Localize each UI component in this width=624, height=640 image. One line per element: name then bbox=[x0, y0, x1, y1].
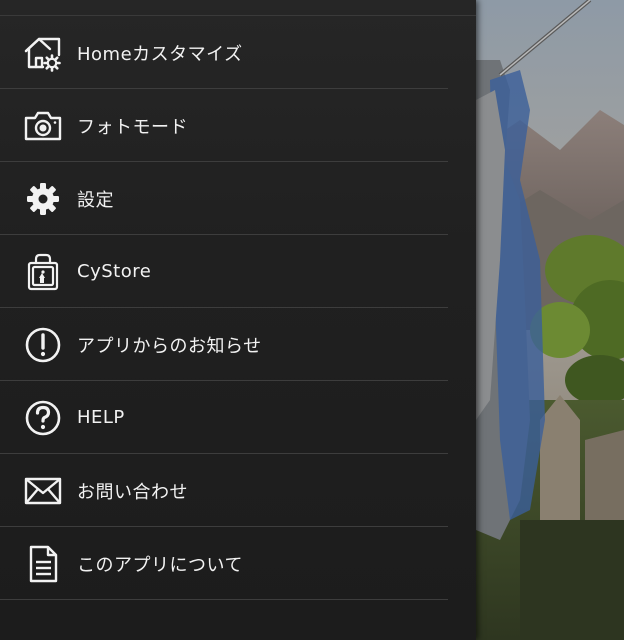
exclamation-circle-icon bbox=[21, 323, 65, 367]
menu-item-photo-mode[interactable]: フォトモード bbox=[0, 89, 476, 162]
home-settings-icon bbox=[21, 31, 65, 75]
menu-item-label: 設定 bbox=[77, 189, 114, 211]
gear-icon bbox=[21, 177, 65, 221]
side-drawer-menu: Homeカスタマイズ フォトモード 設定 CyStore アプリからのお知らせ … bbox=[0, 0, 476, 640]
menu-item-label: Homeカスタマイズ bbox=[77, 43, 243, 65]
document-icon bbox=[21, 542, 65, 586]
menu-list: Homeカスタマイズ フォトモード 設定 CyStore アプリからのお知らせ … bbox=[0, 16, 476, 600]
menu-item-label: HELP bbox=[77, 407, 125, 428]
camera-icon bbox=[21, 104, 65, 148]
menu-item-help[interactable]: HELP bbox=[0, 381, 476, 454]
envelope-icon bbox=[21, 469, 65, 513]
menu-item-contact[interactable]: お問い合わせ bbox=[0, 454, 476, 527]
menu-item-cystore[interactable]: CyStore bbox=[0, 235, 476, 308]
shopping-bag-icon bbox=[21, 250, 65, 294]
question-circle-icon bbox=[21, 396, 65, 440]
menu-item-about-app[interactable]: このアプリについて bbox=[0, 527, 476, 600]
menu-item-label: CyStore bbox=[77, 261, 152, 282]
menu-item-home-customize[interactable]: Homeカスタマイズ bbox=[0, 16, 476, 89]
menu-item-app-notices[interactable]: アプリからのお知らせ bbox=[0, 308, 476, 381]
menu-item-label: お問い合わせ bbox=[77, 481, 188, 503]
menu-item-label: アプリからのお知らせ bbox=[77, 335, 262, 357]
app-screen: Homeカスタマイズ フォトモード 設定 CyStore アプリからのお知らせ … bbox=[0, 0, 624, 640]
menu-item-label: フォトモード bbox=[77, 116, 188, 138]
menu-item-settings[interactable]: 設定 bbox=[0, 162, 476, 235]
menu-item-label: このアプリについて bbox=[77, 554, 243, 576]
